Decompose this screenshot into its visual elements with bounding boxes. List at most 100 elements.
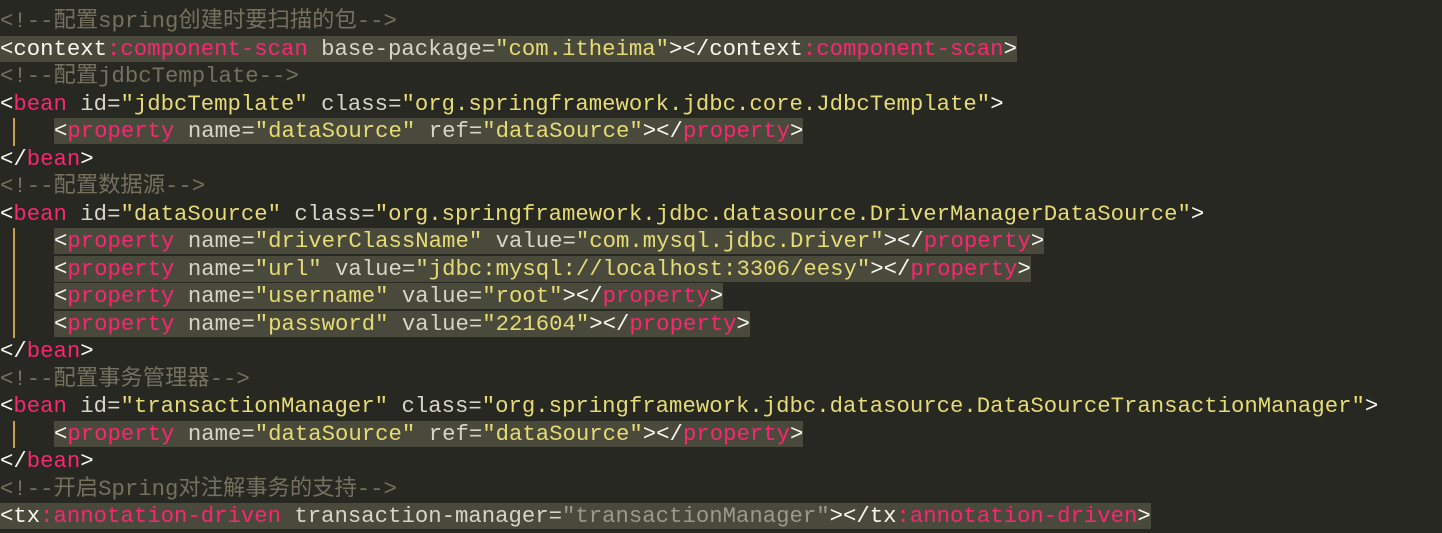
code-token: > bbox=[80, 145, 94, 172]
highlighted-code: <property name="url" value="jdbc:mysql:/… bbox=[54, 255, 1031, 282]
code-line[interactable]: <property name="dataSource" ref="dataSou… bbox=[54, 420, 804, 449]
code-line[interactable]: <!--配置数据源--> bbox=[0, 173, 205, 201]
code-line[interactable]: <tx:annotation-driven transaction-manage… bbox=[0, 503, 1151, 531]
code-line[interactable]: <property name="dataSource" ref="dataSou… bbox=[54, 118, 804, 146]
code-line[interactable]: <!--配置spring创建时要扫描的包--> bbox=[0, 8, 397, 36]
code-token: property bbox=[67, 420, 175, 447]
code-token: name= bbox=[174, 118, 255, 144]
code-line[interactable]: <bean id="transactionManager" class="org… bbox=[0, 393, 1378, 421]
code-text: <!--配置spring创建时要扫描的包--> bbox=[0, 8, 397, 34]
code-line[interactable]: <!--开启Spring对注解事务的支持--> bbox=[0, 476, 397, 504]
code-editor[interactable]: <!--配置spring创建时要扫描的包--> <context:componen… bbox=[0, 0, 1442, 533]
code-token: property bbox=[67, 228, 175, 254]
code-token: "jdbc:mysql://localhost:3306/eesy" bbox=[415, 255, 871, 282]
code-token: class= bbox=[281, 200, 375, 227]
code-token: value= bbox=[321, 255, 416, 282]
code-token: < bbox=[0, 393, 14, 419]
code-token: "dataSource" bbox=[482, 118, 643, 144]
code-token: "com.itheima" bbox=[495, 35, 670, 62]
code-token: < bbox=[54, 228, 68, 254]
code-token: > bbox=[709, 283, 724, 309]
code-token: ></ bbox=[589, 310, 630, 337]
code-token: "com.mysql.jdbc.Driver" bbox=[575, 228, 884, 254]
code-token: > bbox=[1190, 200, 1205, 227]
code-token: id= bbox=[66, 90, 121, 117]
indent-guide bbox=[13, 255, 15, 283]
code-text: <!--开启Spring对注解事务的支持--> bbox=[0, 476, 397, 502]
indent-guide bbox=[13, 310, 15, 338]
code-token: property bbox=[682, 118, 790, 144]
code-token: < bbox=[54, 420, 68, 447]
code-token: base-package= bbox=[307, 35, 496, 62]
code-line[interactable]: <context:component-scan base-package="co… bbox=[0, 35, 1017, 64]
code-token: name= bbox=[174, 228, 255, 254]
code-token: property bbox=[602, 283, 710, 309]
code-token: "driverClassName" bbox=[254, 228, 483, 254]
code-text: <!--配置jdbcTemplate--> bbox=[0, 63, 299, 89]
code-token: "org.springframework.jdbc.datasource.Dri… bbox=[374, 200, 1191, 227]
code-token: :component-scan bbox=[802, 35, 1004, 62]
code-token: < bbox=[54, 118, 68, 144]
code-token: ></ bbox=[642, 420, 683, 447]
code-line[interactable]: <!--配置jdbcTemplate--> bbox=[0, 63, 299, 91]
code-token: property bbox=[67, 283, 175, 309]
code-text: <bean id="transactionManager" class="org… bbox=[0, 393, 1378, 419]
code-token: transaction-manager= bbox=[281, 503, 563, 529]
code-token: bean bbox=[26, 338, 81, 364]
code-line[interactable]: </bean> bbox=[0, 448, 94, 476]
indent-guide bbox=[13, 118, 15, 146]
code-token: :annotation-driven bbox=[896, 503, 1138, 529]
code-token: > bbox=[1003, 35, 1017, 62]
code-token: "dataSource" bbox=[120, 200, 282, 227]
code-token: id= bbox=[66, 393, 121, 419]
code-token: < bbox=[0, 90, 14, 117]
code-line[interactable]: <bean id="jdbcTemplate" class="org.sprin… bbox=[0, 91, 1004, 119]
highlighted-code: <property name="dataSource" ref="dataSou… bbox=[54, 118, 804, 144]
code-token: < bbox=[0, 200, 14, 227]
code-token: :component-scan bbox=[107, 35, 308, 62]
code-token: "org.springframework.jdbc.core.JdbcTempl… bbox=[401, 90, 991, 117]
code-token: "org.springframework.jdbc.datasource.Dat… bbox=[481, 393, 1365, 419]
code-token: <!--配置数据源--> bbox=[0, 173, 206, 199]
code-token: property bbox=[67, 255, 175, 282]
code-token: </ bbox=[0, 145, 27, 172]
code-token: < bbox=[54, 255, 68, 282]
code-text: </bean> bbox=[0, 338, 94, 364]
code-text: </bean> bbox=[0, 448, 94, 474]
code-line[interactable]: <property name="username" value="root"><… bbox=[54, 283, 724, 311]
code-token: "transactionManager" bbox=[120, 393, 389, 419]
code-token: property bbox=[910, 255, 1018, 282]
code-text: <bean id="dataSource" class="org.springf… bbox=[0, 201, 1204, 227]
code-token: > bbox=[790, 118, 804, 144]
code-token: > bbox=[1017, 255, 1031, 282]
code-text: <!--配置事务管理器--> bbox=[0, 366, 250, 392]
code-token: "password" bbox=[254, 310, 389, 337]
code-token: "transactionManager" bbox=[562, 503, 830, 529]
code-line[interactable]: <property name="driverClassName" value="… bbox=[54, 228, 1045, 256]
code-token: "url" bbox=[254, 255, 322, 282]
code-token: > bbox=[80, 448, 94, 474]
code-line[interactable]: </bean> bbox=[0, 146, 94, 174]
code-text: <bean id="jdbcTemplate" class="org.sprin… bbox=[0, 91, 1004, 117]
code-token: ></ bbox=[883, 228, 924, 254]
code-text: <!--配置数据源--> bbox=[0, 173, 205, 199]
code-token: <!--配置jdbcTemplate--> bbox=[0, 63, 299, 89]
code-line[interactable]: <bean id="dataSource" class="org.springf… bbox=[0, 201, 1204, 229]
code-token: value= bbox=[388, 283, 483, 309]
code-token: "dataSource" bbox=[482, 420, 643, 447]
code-token: property bbox=[67, 118, 175, 144]
code-line[interactable]: <!--配置事务管理器--> bbox=[0, 366, 250, 394]
code-token: name= bbox=[174, 420, 255, 447]
code-line[interactable]: <property name="url" value="jdbc:mysql:/… bbox=[54, 255, 1031, 284]
code-line[interactable]: </bean> bbox=[0, 338, 94, 366]
code-token: "dataSource" bbox=[254, 420, 416, 447]
code-token: > bbox=[1137, 503, 1151, 529]
code-token: bean bbox=[26, 145, 81, 172]
code-token: name= bbox=[174, 255, 255, 282]
code-token: bean bbox=[13, 200, 67, 227]
code-line[interactable]: <property name="password" value="221604"… bbox=[54, 310, 750, 339]
highlighted-code: <property name="driverClassName" value="… bbox=[54, 228, 1045, 254]
code-token: > bbox=[990, 90, 1004, 117]
code-token: class= bbox=[307, 90, 402, 117]
code-token: <context bbox=[0, 35, 108, 62]
